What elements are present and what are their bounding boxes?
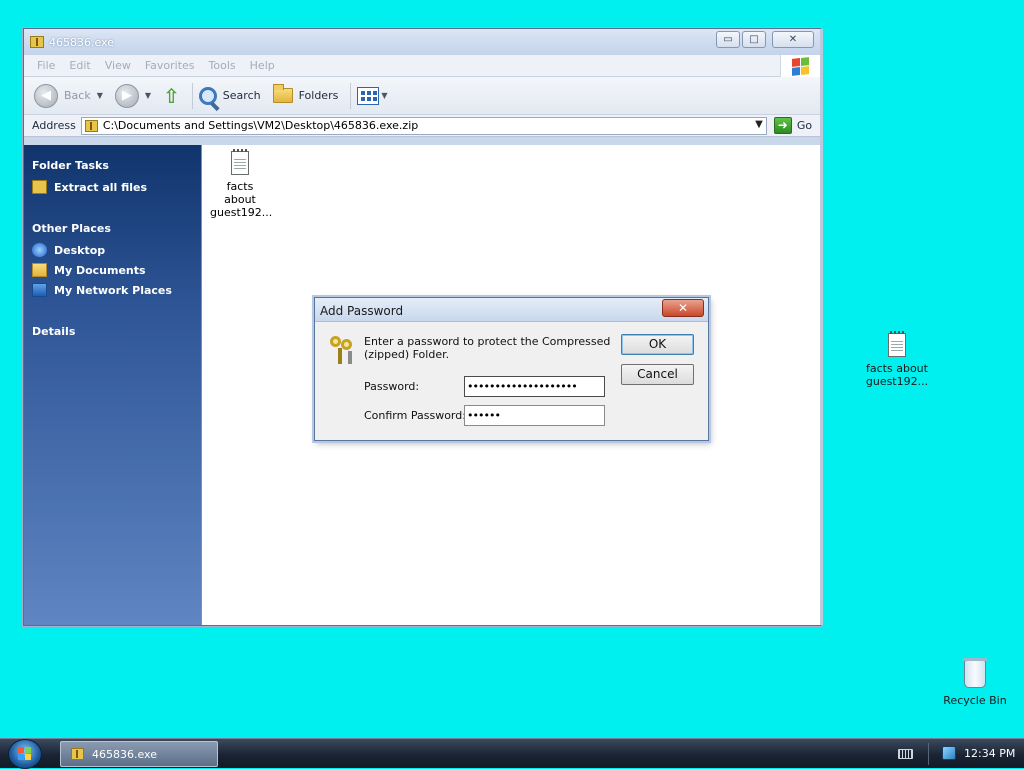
task-pane: Folder Tasks Extract all files Other Pla…	[24, 145, 201, 625]
confirm-password-field[interactable]: ••••••	[464, 405, 605, 426]
password-label: Password:	[364, 380, 420, 393]
views-button[interactable]: ▼	[357, 86, 393, 105]
text-file-icon	[231, 149, 249, 175]
window-edge	[820, 29, 823, 625]
go-arrow-icon: ➜	[773, 117, 792, 134]
toolbar-separator	[350, 82, 352, 109]
menu-view[interactable]: View	[98, 59, 138, 72]
ok-button[interactable]: OK	[621, 334, 694, 355]
search-label: Search	[222, 89, 261, 102]
dialog-title: Add Password	[320, 304, 404, 318]
file-item[interactable]: facts about guest192...	[210, 149, 273, 219]
window-titlebar[interactable]: 465836.exe ▭ □ ✕	[24, 29, 820, 55]
window-controls: ▭ □ ✕	[716, 31, 814, 48]
toolbar: ◀ Back ▼ ▶ ▼ ⇧ Search Folders ▼	[24, 77, 820, 115]
address-value: C:\Documents and Settings\VM2\Desktop\46…	[102, 119, 419, 132]
menu-tools[interactable]: Tools	[202, 59, 243, 72]
address-bar: Address C:\Documents and Settings\VM2\De…	[24, 115, 820, 137]
back-dropdown-icon[interactable]: ▼	[97, 91, 103, 100]
back-button[interactable]: ◀ Back ▼	[34, 83, 109, 108]
folder-icon	[272, 84, 293, 103]
dialog-close-button[interactable]: ✕	[662, 299, 704, 317]
menu-help[interactable]: Help	[243, 59, 282, 72]
minimize-button[interactable]: ▭	[716, 31, 740, 48]
tray-clock[interactable]: 12:34 PM	[964, 747, 1015, 760]
desktop-file-label: facts about guest192...	[865, 362, 929, 388]
forward-button[interactable]: ▶ ▼	[114, 83, 157, 108]
start-button[interactable]	[8, 739, 42, 769]
search-button[interactable]: Search	[198, 86, 261, 105]
folders-label: Folders	[298, 89, 339, 102]
menu-bar: File Edit View Favorites Tools Help	[24, 55, 820, 77]
windows-logo-icon	[18, 747, 31, 760]
forward-dropdown-icon[interactable]: ▼	[145, 91, 151, 100]
desktop-file-icon[interactable]: facts about guest192...	[862, 331, 932, 388]
add-password-dialog: Add Password ✕ Enter a password to prote…	[314, 297, 709, 441]
windows-logo-icon	[780, 55, 820, 77]
desktop-link[interactable]: Desktop	[24, 235, 201, 257]
confirm-password-label: Confirm Password:	[364, 409, 466, 422]
password-field[interactable]: ••••••••••••••••••••	[464, 376, 605, 397]
menu-file[interactable]: File	[30, 59, 62, 72]
search-icon	[198, 86, 217, 105]
up-folder-button[interactable]: ⇧	[163, 84, 180, 108]
close-button[interactable]: ✕	[772, 31, 814, 48]
dialog-body: Enter a password to protect the Compress…	[315, 323, 708, 440]
taskbar-window-button[interactable]: 465836.exe	[60, 741, 218, 767]
details-heading[interactable]: Details	[24, 311, 201, 338]
folder-tasks-heading[interactable]: Folder Tasks	[24, 145, 201, 172]
recycle-bin-icon	[963, 658, 987, 688]
maximize-button[interactable]: □	[742, 31, 766, 48]
folders-button[interactable]: Folders	[272, 84, 339, 103]
recycle-bin-label: Recycle Bin	[943, 694, 1007, 707]
window-title: 465836.exe	[49, 36, 115, 49]
my-network-places-link[interactable]: My Network Places	[24, 277, 201, 297]
desktop-label: Desktop	[54, 243, 106, 257]
network-places-icon	[32, 283, 47, 297]
network-status-icon[interactable]	[942, 746, 956, 760]
views-dropdown-icon[interactable]: ▼	[381, 91, 387, 100]
back-arrow-icon: ◀	[34, 83, 58, 108]
views-icon	[357, 86, 380, 105]
other-places-heading[interactable]: Other Places	[24, 208, 201, 235]
my-network-places-label: My Network Places	[54, 283, 172, 297]
desktop-icon	[32, 243, 47, 257]
up-folder-icon: ⇧	[163, 83, 180, 108]
file-label: facts about guest192...	[210, 180, 273, 219]
dialog-message: Enter a password to protect the Compress…	[364, 335, 611, 361]
forward-arrow-icon: ▶	[114, 83, 139, 108]
text-file-icon	[888, 331, 906, 357]
keyboard-icon[interactable]	[898, 749, 913, 759]
go-button[interactable]: ➜ Go	[773, 117, 813, 134]
extract-all-files-link[interactable]: Extract all files	[24, 172, 201, 194]
zip-folder-icon	[84, 119, 98, 132]
dialog-titlebar[interactable]: Add Password ✕	[315, 298, 708, 322]
taskbar: 465836.exe 12:34 PM	[0, 738, 1024, 769]
zip-folder-icon	[71, 748, 84, 760]
tray-separator	[928, 743, 929, 765]
toolbar-separator	[191, 82, 193, 109]
recycle-bin[interactable]: Recycle Bin	[940, 658, 1010, 707]
my-documents-label: My Documents	[54, 263, 146, 277]
zip-folder-icon	[32, 180, 47, 194]
my-documents-icon	[32, 263, 47, 277]
menu-favorites[interactable]: Favorites	[138, 59, 202, 72]
zip-folder-icon	[30, 36, 44, 48]
address-dropdown-icon[interactable]: ▼	[755, 119, 763, 130]
keys-icon	[329, 335, 359, 365]
back-label: Back	[64, 89, 91, 102]
address-input[interactable]: C:\Documents and Settings\VM2\Desktop\46…	[80, 116, 767, 135]
menu-edit[interactable]: Edit	[62, 59, 97, 72]
go-label: Go	[796, 119, 813, 132]
extract-all-files-label: Extract all files	[54, 180, 148, 194]
address-label: Address	[32, 119, 76, 132]
cancel-button[interactable]: Cancel	[621, 364, 694, 385]
my-documents-link[interactable]: My Documents	[24, 257, 201, 277]
taskbar-window-label: 465836.exe	[92, 747, 158, 761]
